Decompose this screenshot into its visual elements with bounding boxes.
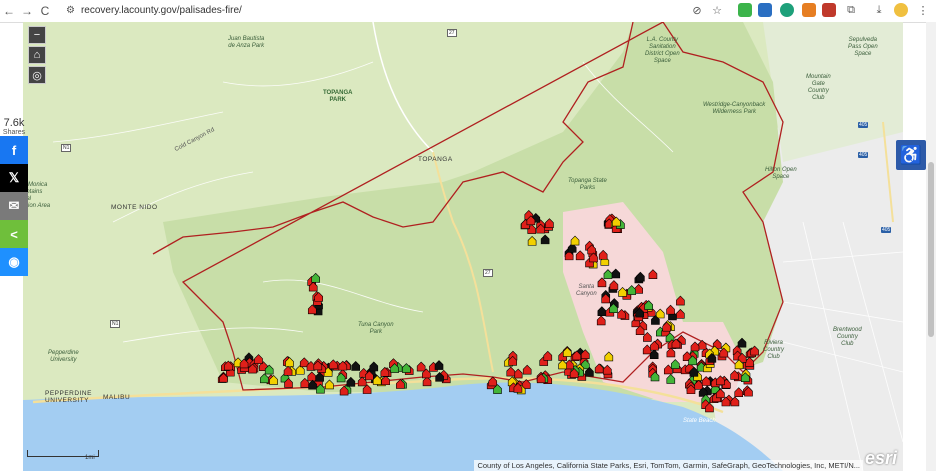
- profile-avatar[interactable]: [894, 3, 908, 17]
- share-icon[interactable]: <: [0, 220, 28, 248]
- map-view[interactable]: − ⌂ ◎ Juan Bautista de Anza Park TOPANGA…: [23, 22, 903, 471]
- park-label: Mountain Gate Country Club: [806, 74, 831, 101]
- facebook-icon[interactable]: f: [0, 136, 28, 164]
- url-text: recovery.lacounty.gov/palisades-fire/: [80, 5, 242, 16]
- route-shield: 405: [881, 227, 892, 233]
- park-label: Juan Bautista de Anza Park: [228, 36, 265, 49]
- map-attribution[interactable]: County of Los Angeles, California State …: [474, 460, 863, 471]
- route-shield: 27: [447, 29, 457, 37]
- park-label: Topanga State Parks: [568, 178, 607, 191]
- place-label: State Beach: [683, 418, 716, 424]
- x-twitter-icon[interactable]: 𝕏: [0, 164, 28, 192]
- extension-icon[interactable]: [802, 3, 816, 17]
- reload-icon[interactable]: C: [36, 0, 54, 22]
- route-shield: N1: [61, 144, 72, 152]
- back-icon[interactable]: ←: [0, 0, 18, 22]
- park-label: Brentwood Country Club: [833, 327, 862, 347]
- menu-icon[interactable]: ⋮: [916, 3, 930, 17]
- email-icon[interactable]: ✉: [0, 192, 28, 220]
- address-bar[interactable]: ⚙ recovery.lacounty.gov/palisades-fire/: [66, 2, 706, 19]
- extension-icon[interactable]: [738, 3, 752, 17]
- park-label: TOPANGA PARK: [323, 90, 353, 103]
- route-shield: 405: [858, 152, 869, 158]
- extension-icon[interactable]: [822, 3, 836, 17]
- messenger-icon[interactable]: ◉: [0, 248, 28, 276]
- park-label: Sepulveda Pass Open Space: [848, 37, 878, 57]
- puzzle-icon[interactable]: ⧉: [844, 3, 858, 17]
- route-shield: N1: [110, 320, 121, 328]
- extension-icon[interactable]: [758, 3, 772, 17]
- eye-off-icon[interactable]: ⊘: [690, 3, 704, 17]
- park-label: L.A. County Sanitation District Open Spa…: [645, 37, 680, 64]
- place-label: Pepperdine University: [48, 350, 79, 363]
- share-bar: 7.6k Shares f 𝕏 ✉ < ◉: [0, 118, 28, 276]
- scrollbar-thumb[interactable]: [928, 162, 934, 337]
- scale-label: 1mi: [85, 455, 95, 461]
- download-icon[interactable]: ⤓: [872, 3, 886, 17]
- park-label: Westridge-Canyonback Wilderness Park: [703, 102, 766, 115]
- park-label: Hilton Open Space: [765, 167, 797, 180]
- route-shield: 27: [483, 269, 493, 277]
- route-shield: 405: [858, 122, 869, 128]
- browser-toolbar: ← → C ⚙ recovery.lacounty.gov/palisades-…: [0, 0, 936, 23]
- bookmark-star-icon[interactable]: ☆: [710, 3, 724, 17]
- zoom-out-button[interactable]: −: [28, 26, 46, 44]
- esri-logo: esri: [864, 448, 897, 468]
- page-scrollbar[interactable]: [926, 22, 936, 471]
- site-info-icon[interactable]: ⚙: [66, 5, 75, 16]
- park-label: Tuna Canyon Park: [358, 322, 394, 335]
- place-label: MALIBU: [103, 394, 131, 401]
- place-label: TOPANGA: [418, 156, 453, 163]
- forward-icon[interactable]: →: [18, 0, 36, 22]
- share-count: 7.6k: [3, 117, 25, 129]
- home-button[interactable]: ⌂: [28, 46, 46, 64]
- place-label: MONTE NIDO: [111, 204, 158, 211]
- extension-icon[interactable]: [780, 3, 794, 17]
- place-label: Santa Canyon: [576, 284, 597, 297]
- map-canvas: [23, 22, 903, 471]
- locate-button[interactable]: ◎: [28, 66, 46, 84]
- park-label: Riviera Country Club: [763, 340, 785, 360]
- share-label: Shares: [2, 129, 26, 136]
- place-label: PEPPERDINE UNIVERSITY: [45, 390, 92, 404]
- accessibility-icon[interactable]: ♿: [896, 140, 926, 170]
